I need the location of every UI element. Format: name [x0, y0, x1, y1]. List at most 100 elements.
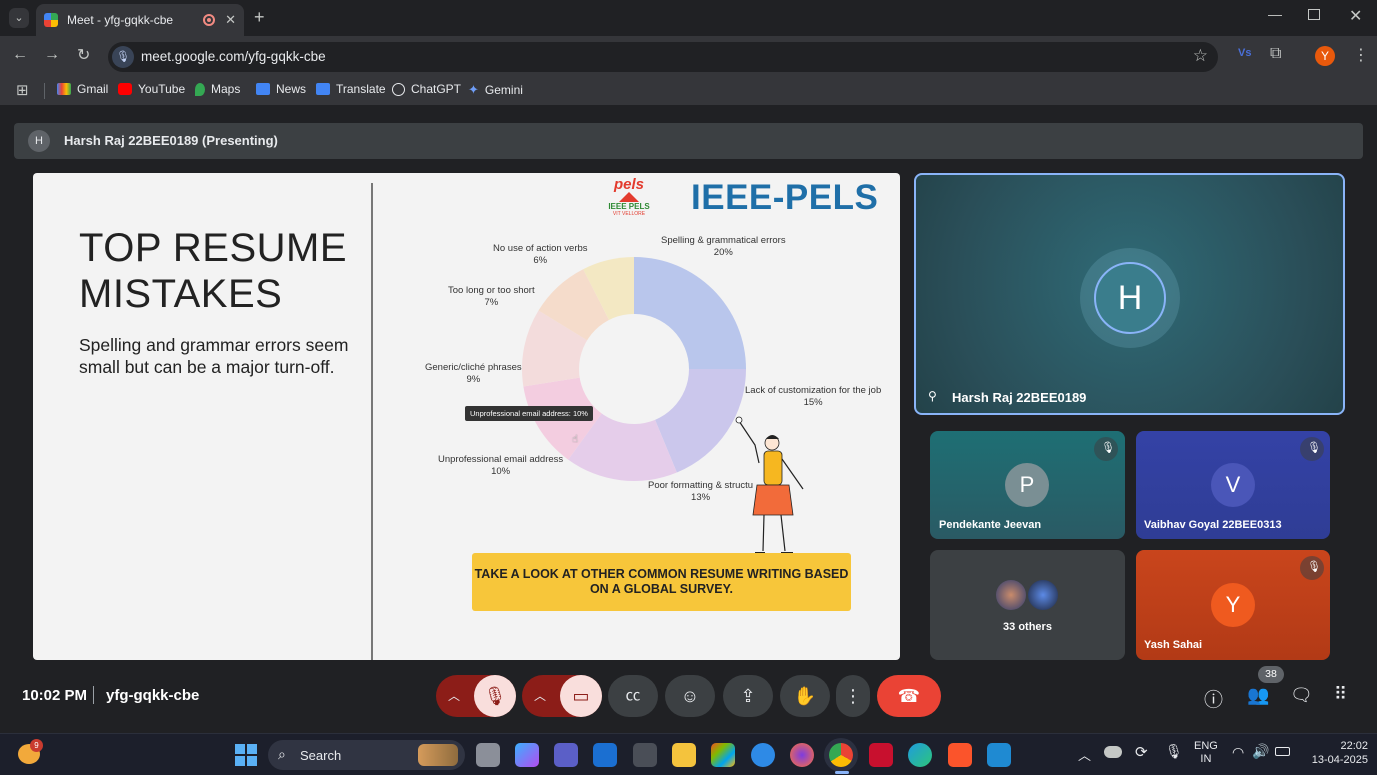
camera-off-button[interactable]: ▭: [560, 675, 602, 717]
tab-meet[interactable]: Meet - yfg-gqkk-cbe ✕: [36, 4, 244, 36]
other-avatar-1: [994, 578, 1028, 612]
bookmark-maps[interactable]: Maps: [195, 82, 240, 96]
start-button-icon[interactable]: [235, 744, 257, 766]
firefox-icon[interactable]: [790, 743, 814, 767]
bookmark-translate[interactable]: Translate: [316, 82, 386, 96]
sync-icon[interactable]: ⟳: [1135, 743, 1148, 761]
reactions-button[interactable]: ☺: [665, 675, 715, 717]
muted-mic-icon: 🎙: [1094, 437, 1118, 461]
new-tab-icon[interactable]: +: [254, 7, 265, 28]
participants-count-badge: 38: [1258, 666, 1284, 683]
search-icon: ⌕: [278, 746, 286, 762]
raise-hand-button[interactable]: ✋: [780, 675, 830, 717]
tray-overflow-icon[interactable]: ︿: [1078, 745, 1091, 764]
video-options-chevron-icon[interactable]: ︿: [534, 675, 546, 717]
tray-mic-icon[interactable]: 🎙: [1165, 743, 1183, 760]
bookmark-star-icon[interactable]: ☆: [1193, 46, 1208, 66]
footer-divider: [93, 686, 94, 704]
url-text: meet.google.com/yfg-gqkk-cbe: [141, 49, 326, 64]
task-view-icon[interactable]: [476, 743, 500, 767]
gemini-icon: ✦: [468, 82, 479, 97]
participant-y-avatar: Y: [1211, 583, 1255, 627]
activities-grid-icon[interactable]: ⠿: [1334, 684, 1347, 705]
taskbar-search-box[interactable]: ⌕ Search: [268, 740, 465, 770]
address-bar[interactable]: 🎙 meet.google.com/yfg-gqkk-cbe ☆: [108, 42, 1218, 72]
mcafee-icon[interactable]: [869, 743, 893, 767]
tab-search-chevron-icon[interactable]: ⌄: [9, 8, 29, 28]
microsoft-store-icon[interactable]: [711, 743, 735, 767]
chart-label: Spelling & grammatical errors 20%: [661, 235, 786, 258]
tile-others[interactable]: 33 others: [930, 550, 1125, 660]
close-tab-icon[interactable]: ✕: [225, 12, 236, 28]
gmail-icon: [57, 83, 71, 95]
bookmark-chatgpt[interactable]: ChatGPT: [392, 82, 461, 96]
site-mic-icon[interactable]: 🎙: [112, 46, 134, 68]
system-clock[interactable]: 22:02 13-04-2025: [1300, 739, 1368, 767]
tile-participant-y[interactable]: Y 🎙 Yash Sahai: [1136, 550, 1330, 660]
bookmark-gemini[interactable]: ✦ Gemini: [468, 82, 523, 98]
close-window-icon[interactable]: ✕: [1349, 6, 1362, 26]
chatgpt-icon: [392, 82, 405, 96]
translate-icon: [316, 83, 330, 95]
network-app-icon[interactable]: [751, 743, 775, 767]
browser-toolbar: ← → ↻ 🎙 meet.google.com/yfg-gqkk-cbe ☆ V…: [0, 36, 1377, 76]
onedrive-icon[interactable]: [1104, 746, 1122, 758]
bookmark-youtube[interactable]: YouTube: [118, 82, 185, 96]
apps-grid-icon[interactable]: ⊞: [16, 81, 29, 99]
audio-options-chevron-icon[interactable]: ︿: [448, 675, 460, 717]
forward-icon[interactable]: →: [44, 46, 60, 64]
browser-menu-icon[interactable]: ⋮: [1353, 45, 1369, 65]
presentation-slide: TOP RESUME MISTAKES Spelling and grammar…: [33, 173, 900, 660]
news-icon: [256, 83, 270, 95]
slide-cta-banner: TAKE A LOOK AT OTHER COMMON RESUME WRITI…: [472, 553, 851, 611]
weather-badge: 9: [30, 739, 43, 752]
youtube-icon: [118, 83, 132, 95]
main-name: Harsh Raj 22BEE0189: [952, 390, 1087, 405]
other-avatar-2: [1026, 578, 1060, 612]
brave-icon[interactable]: [948, 743, 972, 767]
people-icon[interactable]: 👥: [1247, 685, 1269, 706]
wifi-icon[interactable]: ◠: [1232, 744, 1244, 761]
tile-participant-p[interactable]: P 🎙 Pendekante Jeevan: [930, 431, 1125, 539]
copilot-icon[interactable]: [515, 743, 539, 767]
meeting-info-icon[interactable]: ⓘ: [1204, 685, 1223, 712]
chart-label: Poor formatting & structu 13%: [648, 480, 754, 503]
language-indicator[interactable]: ENG IN: [1194, 740, 1218, 766]
captions-button[interactable]: ㏄: [608, 675, 658, 717]
chrome-icon[interactable]: [829, 743, 853, 767]
tab-strip: ⌄ Meet - yfg-gqkk-cbe ✕ + — ✕: [0, 0, 1377, 36]
meeting-code: yfg-gqkk-cbe: [106, 687, 200, 704]
presenter-bar: H Harsh Raj 22BEE0189 (Presenting): [14, 123, 1363, 159]
edge-icon[interactable]: [908, 743, 932, 767]
search-highlight-icon: [418, 744, 458, 766]
chart-label: Lack of customization for the job 15%: [745, 385, 882, 408]
screen-clip-icon[interactable]: [593, 743, 617, 767]
extensions-puzzle-icon[interactable]: ⧉: [1270, 45, 1281, 63]
mic-off-button[interactable]: 🎙: [474, 675, 516, 717]
battery-icon[interactable]: [1275, 747, 1290, 756]
volume-icon[interactable]: 🔊: [1252, 743, 1269, 760]
tile-main-speaker[interactable]: H ⚲ Harsh Raj 22BEE0189: [914, 173, 1345, 415]
more-options-button[interactable]: ⋮: [836, 675, 870, 717]
participant-p-name: Pendekante Jeevan: [939, 519, 1042, 531]
file-explorer-icon[interactable]: [672, 743, 696, 767]
bookmark-news[interactable]: News: [256, 82, 306, 96]
profile-avatar[interactable]: Y: [1315, 46, 1335, 66]
present-screen-button[interactable]: ⇪: [723, 675, 773, 717]
reload-icon[interactable]: ↻: [77, 45, 90, 65]
calculator-icon[interactable]: [633, 743, 657, 767]
chart-tooltip: Unprofessional email address: 10%: [465, 406, 593, 421]
pin-icon[interactable]: ⚲: [928, 389, 937, 403]
bookmark-gmail[interactable]: Gmail: [57, 82, 108, 96]
teams-icon[interactable]: [554, 743, 578, 767]
minimize-icon[interactable]: —: [1268, 6, 1282, 22]
bookmarks-bar: ⊞ Gmail YouTube Maps News Translate Chat…: [0, 76, 1377, 106]
tab-title: Meet - yfg-gqkk-cbe: [67, 13, 174, 27]
tile-participant-v[interactable]: V 🎙 Vaibhav Goyal 22BEE0313: [1136, 431, 1330, 539]
back-icon[interactable]: ←: [12, 46, 28, 64]
chat-icon[interactable]: 🗨: [1290, 685, 1313, 706]
extension-vs-icon[interactable]: Vs: [1238, 47, 1251, 59]
restore-icon[interactable]: [1308, 9, 1320, 20]
leave-call-button[interactable]: ☎: [877, 675, 941, 717]
vscode-icon[interactable]: [987, 743, 1011, 767]
